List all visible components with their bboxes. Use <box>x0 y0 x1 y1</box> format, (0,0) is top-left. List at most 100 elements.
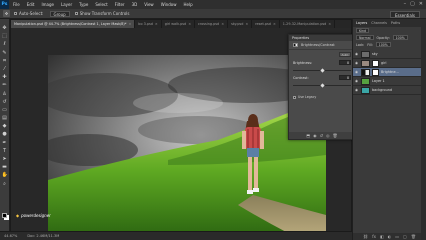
tab-girl-walk[interactable]: girl walk.psd × <box>162 20 196 28</box>
zoom-level[interactable]: 44.67% <box>4 234 17 238</box>
tab-manipulation-2[interactable]: 1-29-32-Manipulation.psd × <box>280 20 336 28</box>
close-tab-icon[interactable]: × <box>273 22 276 26</box>
type-icon[interactable]: T <box>2 148 8 154</box>
gradient-icon[interactable]: ▤ <box>2 115 8 121</box>
menu-edit[interactable]: Edit <box>27 2 35 7</box>
brightness-input[interactable]: 0 <box>339 60 351 65</box>
transform-controls-checkbox[interactable] <box>74 12 78 15</box>
brush-icon[interactable]: ✏ <box>2 82 8 88</box>
tab-crossing[interactable]: crossing.psd × <box>195 20 229 28</box>
eye-icon[interactable]: ◉ <box>355 79 359 83</box>
document-canvas[interactable] <box>48 55 326 233</box>
brightness-slider-knob[interactable] <box>319 68 325 73</box>
blur-icon[interactable]: ◆ <box>2 123 8 129</box>
trash-icon[interactable]: 🗑 <box>411 234 416 239</box>
healing-icon[interactable]: ✚ <box>2 74 8 80</box>
close-icon[interactable]: ✕ <box>419 1 423 7</box>
tab-reset[interactable]: reset.psd × <box>252 20 280 28</box>
tab-paths[interactable]: Paths <box>391 21 400 25</box>
close-tab-icon[interactable]: × <box>245 22 248 26</box>
foreground-color-swatch[interactable] <box>2 213 7 218</box>
minimize-icon[interactable]: – <box>404 1 407 7</box>
auto-button[interactable]: Auto <box>339 52 351 57</box>
layer-row-selected[interactable]: ◉ Brightne... <box>353 68 426 77</box>
quick-select-icon[interactable]: ✎ <box>2 50 8 56</box>
stamp-icon[interactable]: ♙ <box>2 91 8 97</box>
brightness-slider[interactable] <box>293 68 351 73</box>
close-tab-icon[interactable]: × <box>221 22 224 26</box>
eye-icon[interactable]: ◉ <box>355 88 359 92</box>
properties-footer: ⬒ ◉ ↺ ◎ 🗑 <box>289 132 355 139</box>
close-tab-icon[interactable]: × <box>155 22 158 26</box>
menu-3d[interactable]: 3D <box>132 2 138 7</box>
folder-icon[interactable]: ▭ <box>395 234 399 239</box>
tab-sky[interactable]: sky.psd × <box>228 20 253 28</box>
clip-icon[interactable]: ⬒ <box>306 133 310 138</box>
view-previous-icon[interactable]: ◉ <box>313 133 317 138</box>
layer-row[interactable]: ◉ Layer 1 <box>353 77 426 86</box>
fx-icon[interactable]: fx <box>372 234 376 239</box>
shape-icon[interactable]: ▬ <box>2 164 8 170</box>
transform-controls-option[interactable]: Show Transform Controls <box>74 11 129 16</box>
move-tool-icon[interactable]: ✥ <box>3 10 10 17</box>
layer-row[interactable]: ◉ sky <box>353 50 426 59</box>
link-icon[interactable]: ⛓ <box>363 234 368 239</box>
close-tab-icon[interactable]: × <box>128 22 131 26</box>
move-icon[interactable]: ✥ <box>2 25 8 31</box>
visibility-icon[interactable]: ◎ <box>326 133 330 138</box>
adjustment-icon[interactable]: ◐ <box>388 234 392 239</box>
menu-select[interactable]: Select <box>95 2 107 7</box>
tab-layers[interactable]: Layers <box>356 21 367 25</box>
menu-view[interactable]: View <box>144 2 154 7</box>
fill-input[interactable]: 100% <box>375 42 391 47</box>
reset-icon[interactable]: ↺ <box>320 133 323 138</box>
eye-icon[interactable]: ◉ <box>355 61 359 65</box>
eraser-icon[interactable]: ▭ <box>2 107 8 113</box>
layer-row[interactable]: ◉ background <box>353 86 426 95</box>
mask-icon[interactable]: ◧ <box>380 234 384 239</box>
marquee-icon[interactable]: ⬚ <box>2 33 8 39</box>
tab-manipulation[interactable]: Manipulation.psd @ 44.7% (Brightness/Con… <box>11 20 136 28</box>
menu-window[interactable]: Window <box>161 2 177 7</box>
path-select-icon[interactable]: ➤ <box>2 156 8 162</box>
use-legacy-checkbox[interactable] <box>293 95 296 99</box>
menu-image[interactable]: Image <box>41 2 54 7</box>
eye-icon[interactable]: ◉ <box>355 52 359 56</box>
use-legacy-option[interactable]: Use Legacy <box>293 95 316 99</box>
new-layer-icon[interactable]: ▢ <box>403 234 407 239</box>
eye-icon[interactable]: ◉ <box>355 70 359 74</box>
history-brush-icon[interactable]: ↺ <box>2 99 8 105</box>
auto-select-option[interactable]: Auto-Select: <box>14 11 44 16</box>
zoom-icon[interactable]: ⌕ <box>2 181 8 187</box>
close-tab-icon[interactable]: × <box>328 22 331 26</box>
contrast-slider[interactable] <box>293 83 351 88</box>
eyedropper-icon[interactable]: ⁄ <box>2 66 8 72</box>
panel-dock-strip[interactable] <box>421 19 426 240</box>
menu-filter[interactable]: Filter <box>115 2 125 7</box>
workspace-switcher[interactable]: Essentials <box>389 10 420 18</box>
pen-icon[interactable]: ✒ <box>2 140 8 146</box>
auto-select-checkbox[interactable] <box>14 12 17 15</box>
menu-file[interactable]: File <box>13 2 20 7</box>
menu-type[interactable]: Type <box>79 2 88 7</box>
close-tab-icon[interactable]: × <box>188 22 191 26</box>
tab-bo3[interactable]: bo 3.psd × <box>135 20 162 28</box>
contrast-input[interactable]: 0 <box>339 75 351 80</box>
opacity-input[interactable]: 100% <box>392 35 408 40</box>
menu-layer[interactable]: Layer <box>61 2 72 7</box>
delete-icon[interactable]: 🗑 <box>333 133 338 138</box>
menu-help[interactable]: Help <box>183 2 192 7</box>
layer-mask-thumbnail[interactable] <box>372 59 379 67</box>
tab-channels[interactable]: Channels <box>371 21 387 25</box>
crop-icon[interactable]: ⌗ <box>2 58 8 64</box>
lasso-icon[interactable]: ℓ <box>2 41 8 47</box>
kind-filter[interactable]: Kind <box>356 28 370 33</box>
dodge-icon[interactable]: ● <box>2 131 8 137</box>
hand-icon[interactable]: ✋ <box>2 172 8 178</box>
contrast-slider-knob[interactable] <box>319 83 325 88</box>
blend-mode-select[interactable]: Normal <box>356 35 374 40</box>
layer-mask-thumbnail[interactable] <box>372 68 379 76</box>
maximize-icon[interactable]: ▢ <box>410 1 415 7</box>
layer-row[interactable]: ◉ girl <box>353 59 426 68</box>
auto-select-dropdown[interactable]: Group <box>49 10 70 17</box>
